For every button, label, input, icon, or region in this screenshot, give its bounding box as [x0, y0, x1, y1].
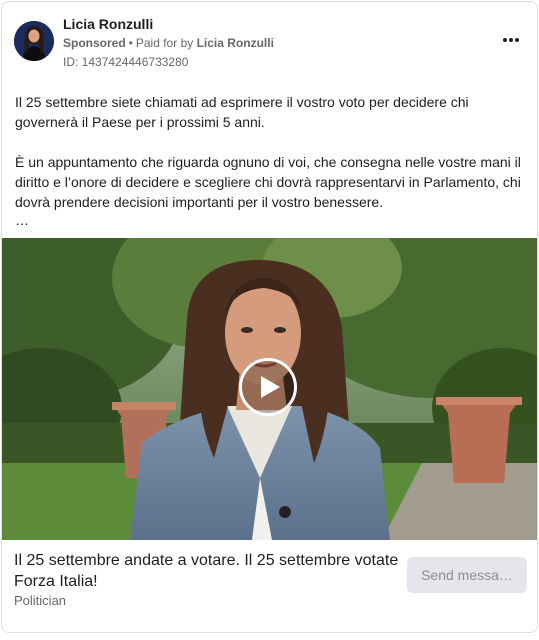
video-thumbnail[interactable]: [2, 238, 537, 540]
send-message-button[interactable]: Send messa…: [407, 557, 527, 593]
dot: [515, 38, 519, 42]
separator: •: [128, 36, 133, 50]
play-icon[interactable]: [239, 358, 297, 416]
avatar-image: [14, 21, 54, 61]
ad-id: ID: 1437424446733280: [63, 55, 189, 69]
sponsored-label: Sponsored: [63, 36, 126, 50]
ad-footer: Il 25 settembre andate a votare. Il 25 s…: [2, 540, 537, 632]
body-paragraph: Il 25 settembre siete chiamati ad esprim…: [15, 94, 469, 130]
post-body: Il 25 settembre siete chiamati ad esprim…: [15, 92, 525, 232]
dot: [503, 38, 507, 42]
post-header: Licia Ronzulli Sponsored • Paid for by Lic…: [2, 2, 537, 78]
avatar[interactable]: [14, 21, 54, 61]
page-category: Politician: [14, 593, 67, 608]
body-paragraph: È un appuntamento che riguarda ognuno di…: [15, 154, 521, 210]
ad-headline[interactable]: Il 25 settembre andate a votare. Il 25 s…: [14, 550, 404, 592]
paid-for-by: Licia Ronzulli: [196, 36, 274, 50]
dot: [509, 38, 513, 42]
see-more-ellipsis[interactable]: …: [15, 212, 29, 228]
paid-for-prefix: Paid for by: [135, 36, 194, 50]
sponsored-line: Sponsored • Paid for by Licia Ronzulli: [63, 36, 274, 50]
ad-card: Licia Ronzulli Sponsored • Paid for by Lic…: [1, 1, 538, 633]
more-options-icon[interactable]: [499, 30, 523, 50]
play-triangle: [261, 376, 280, 398]
author-name[interactable]: Licia Ronzulli: [63, 16, 153, 32]
